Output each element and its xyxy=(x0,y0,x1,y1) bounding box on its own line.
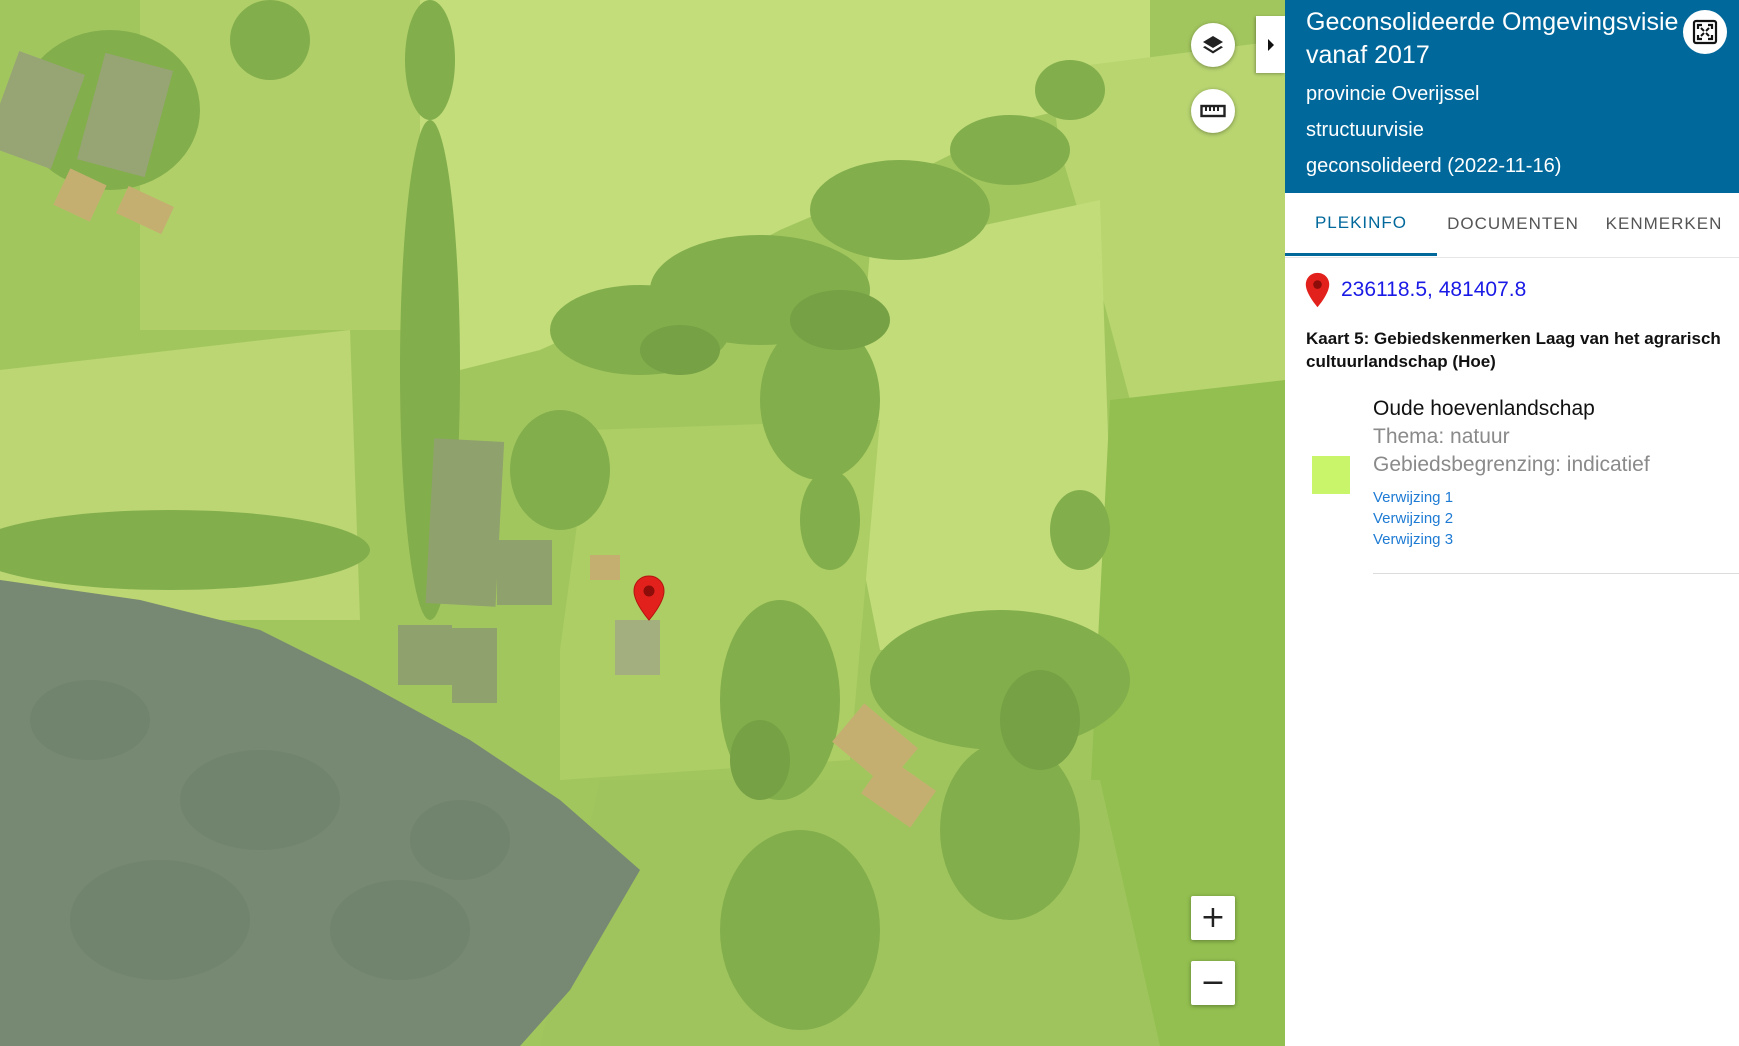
layers-button[interactable] xyxy=(1191,23,1235,67)
map-pin-icon xyxy=(1305,272,1330,308)
plan-organisation: provincie Overijssel xyxy=(1306,83,1480,105)
info-panel: Geconsolideerde Omgevingsvisie vanaf 201… xyxy=(1285,0,1739,1046)
zoom-out-button[interactable]: − xyxy=(1191,961,1235,1005)
plan-type: structuurvisie xyxy=(1306,119,1424,141)
feature-boundary: Gebiedsbegrenzing: indicatief xyxy=(1373,453,1650,476)
caret-right-icon xyxy=(1267,38,1274,51)
tab-plekinfo[interactable]: PLEKINFO xyxy=(1285,193,1437,256)
coordinates-link[interactable]: 236118.5, 481407.8 xyxy=(1341,278,1526,302)
map-pin-icon[interactable] xyxy=(633,575,665,621)
plan-title: Geconsolideerde Omgevingsvisie vanaf 201… xyxy=(1306,8,1679,69)
reference-link[interactable]: Verwijzing 2 xyxy=(1373,508,1739,529)
zoom-in-button[interactable]: + xyxy=(1191,896,1235,940)
map-layer-title: Kaart 5: Gebiedskenmerken Laag van het a… xyxy=(1306,329,1721,371)
feature-details: Oude hoevenlandschap Thema: natuur Gebie… xyxy=(1373,394,1739,550)
tab-documenten[interactable]: DOCUMENTEN xyxy=(1437,193,1589,255)
fullscreen-icon xyxy=(1692,19,1718,45)
panel-toggle-button[interactable] xyxy=(1256,16,1285,73)
measure-button[interactable] xyxy=(1191,89,1235,133)
feature-name: Oude hoevenlandschap xyxy=(1373,397,1595,420)
map-viewport[interactable]: + − xyxy=(0,0,1285,1046)
plan-status: geconsolideerd (2022-11-16) xyxy=(1306,155,1562,177)
legend-swatch xyxy=(1312,456,1350,494)
layers-icon xyxy=(1203,36,1223,54)
aerial-photo xyxy=(0,0,1285,1046)
reference-link[interactable]: Verwijzing 3 xyxy=(1373,529,1739,550)
reference-link[interactable]: Verwijzing 1 xyxy=(1373,487,1739,508)
tab-kenmerken[interactable]: KENMERKEN xyxy=(1589,193,1739,255)
panel-tabs: PLEKINFO DOCUMENTEN KENMERKEN xyxy=(1285,193,1739,258)
ruler-icon xyxy=(1200,104,1226,118)
reference-list: Verwijzing 1 Verwijzing 2 Verwijzing 3 xyxy=(1373,487,1739,550)
panel-header: Geconsolideerde Omgevingsvisie vanaf 201… xyxy=(1285,0,1739,193)
divider xyxy=(1373,573,1739,574)
fullscreen-button[interactable] xyxy=(1683,10,1727,54)
feature-theme: Thema: natuur xyxy=(1373,425,1510,448)
